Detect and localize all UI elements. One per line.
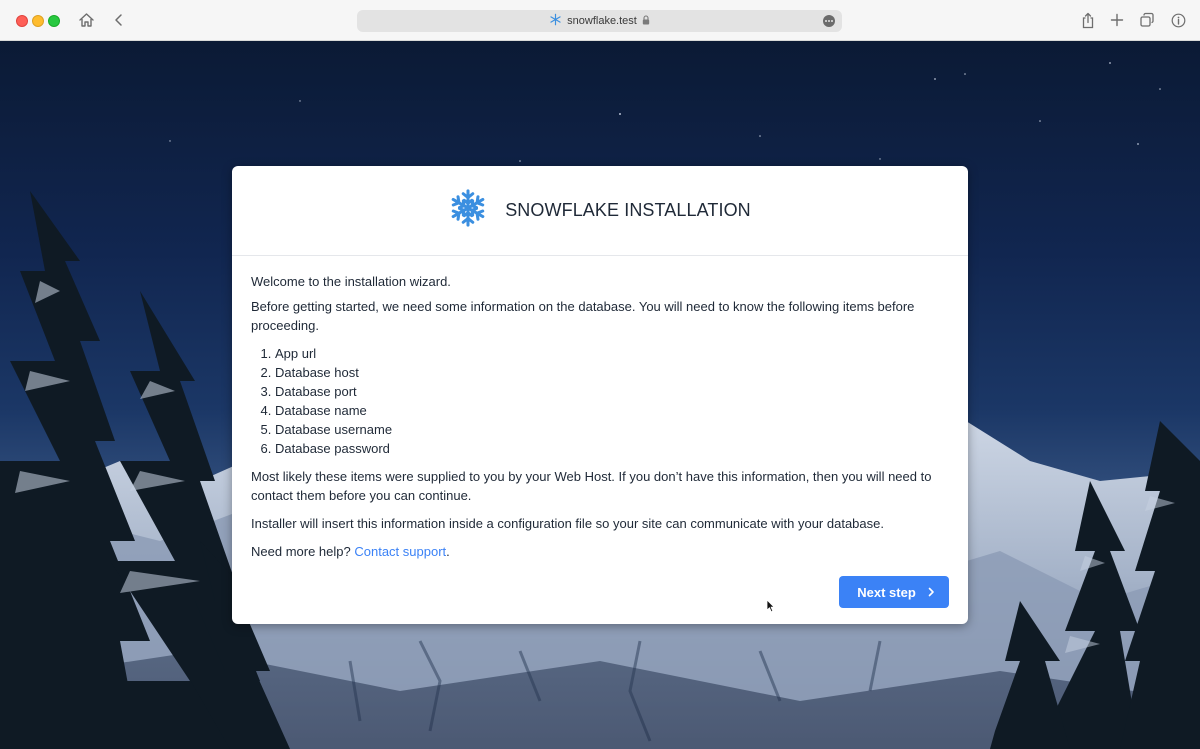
info-icon[interactable] [1169, 11, 1187, 29]
card-header: SNOWFLAKE INSTALLATION [232, 166, 968, 256]
list-item: Database name [275, 401, 949, 420]
required-items-list: App url Database host Database port Data… [251, 344, 949, 458]
card-body: Welcome to the installation wizard. Befo… [251, 272, 949, 561]
tabs-overview-icon[interactable] [1138, 11, 1156, 29]
browser-window: snowflake.test SNOWFLAKE INSTALLATION We… [0, 0, 1200, 749]
list-item: Database password [275, 439, 949, 458]
page-title: SNOWFLAKE INSTALLATION [505, 200, 751, 220]
close-window-button[interactable] [16, 15, 28, 27]
mouse-cursor-icon [766, 599, 776, 618]
address-url: snowflake.test [567, 15, 637, 27]
contact-support-link[interactable]: Contact support [354, 544, 446, 559]
next-step-button[interactable]: Next step [839, 576, 949, 608]
snowflake-icon [549, 13, 562, 29]
home-icon[interactable] [77, 11, 95, 29]
share-icon[interactable] [1079, 11, 1097, 29]
minimize-window-button[interactable] [32, 15, 44, 27]
lock-icon [642, 14, 650, 28]
list-item: Database username [275, 420, 949, 439]
config-text: Installer will insert this information i… [251, 516, 884, 531]
list-item: Database port [275, 382, 949, 401]
plus-icon[interactable] [1108, 11, 1126, 29]
intro-text: Before getting started, we need some inf… [251, 299, 915, 333]
next-step-label: Next step [857, 584, 916, 600]
help-suffix: . [446, 544, 450, 559]
more-icon[interactable] [823, 15, 835, 27]
snowflake-logo-icon [449, 188, 487, 233]
list-item: Database host [275, 363, 949, 382]
chevron-right-icon [928, 585, 935, 600]
address-bar[interactable]: snowflake.test [357, 10, 842, 32]
list-item: App url [275, 344, 949, 363]
browser-toolbar: snowflake.test [0, 0, 1200, 41]
installer-card: SNOWFLAKE INSTALLATION Welcome to the in… [232, 166, 968, 624]
welcome-text: Welcome to the installation wizard. [251, 274, 451, 289]
zoom-window-button[interactable] [48, 15, 60, 27]
help-prefix: Need more help? [251, 544, 351, 559]
page-viewport: SNOWFLAKE INSTALLATION Welcome to the in… [0, 41, 1200, 749]
web-host-text: Most likely these items were supplied to… [251, 469, 932, 503]
chevron-left-icon[interactable] [110, 11, 128, 29]
help-text: Need more help? Contact support. [251, 542, 949, 561]
